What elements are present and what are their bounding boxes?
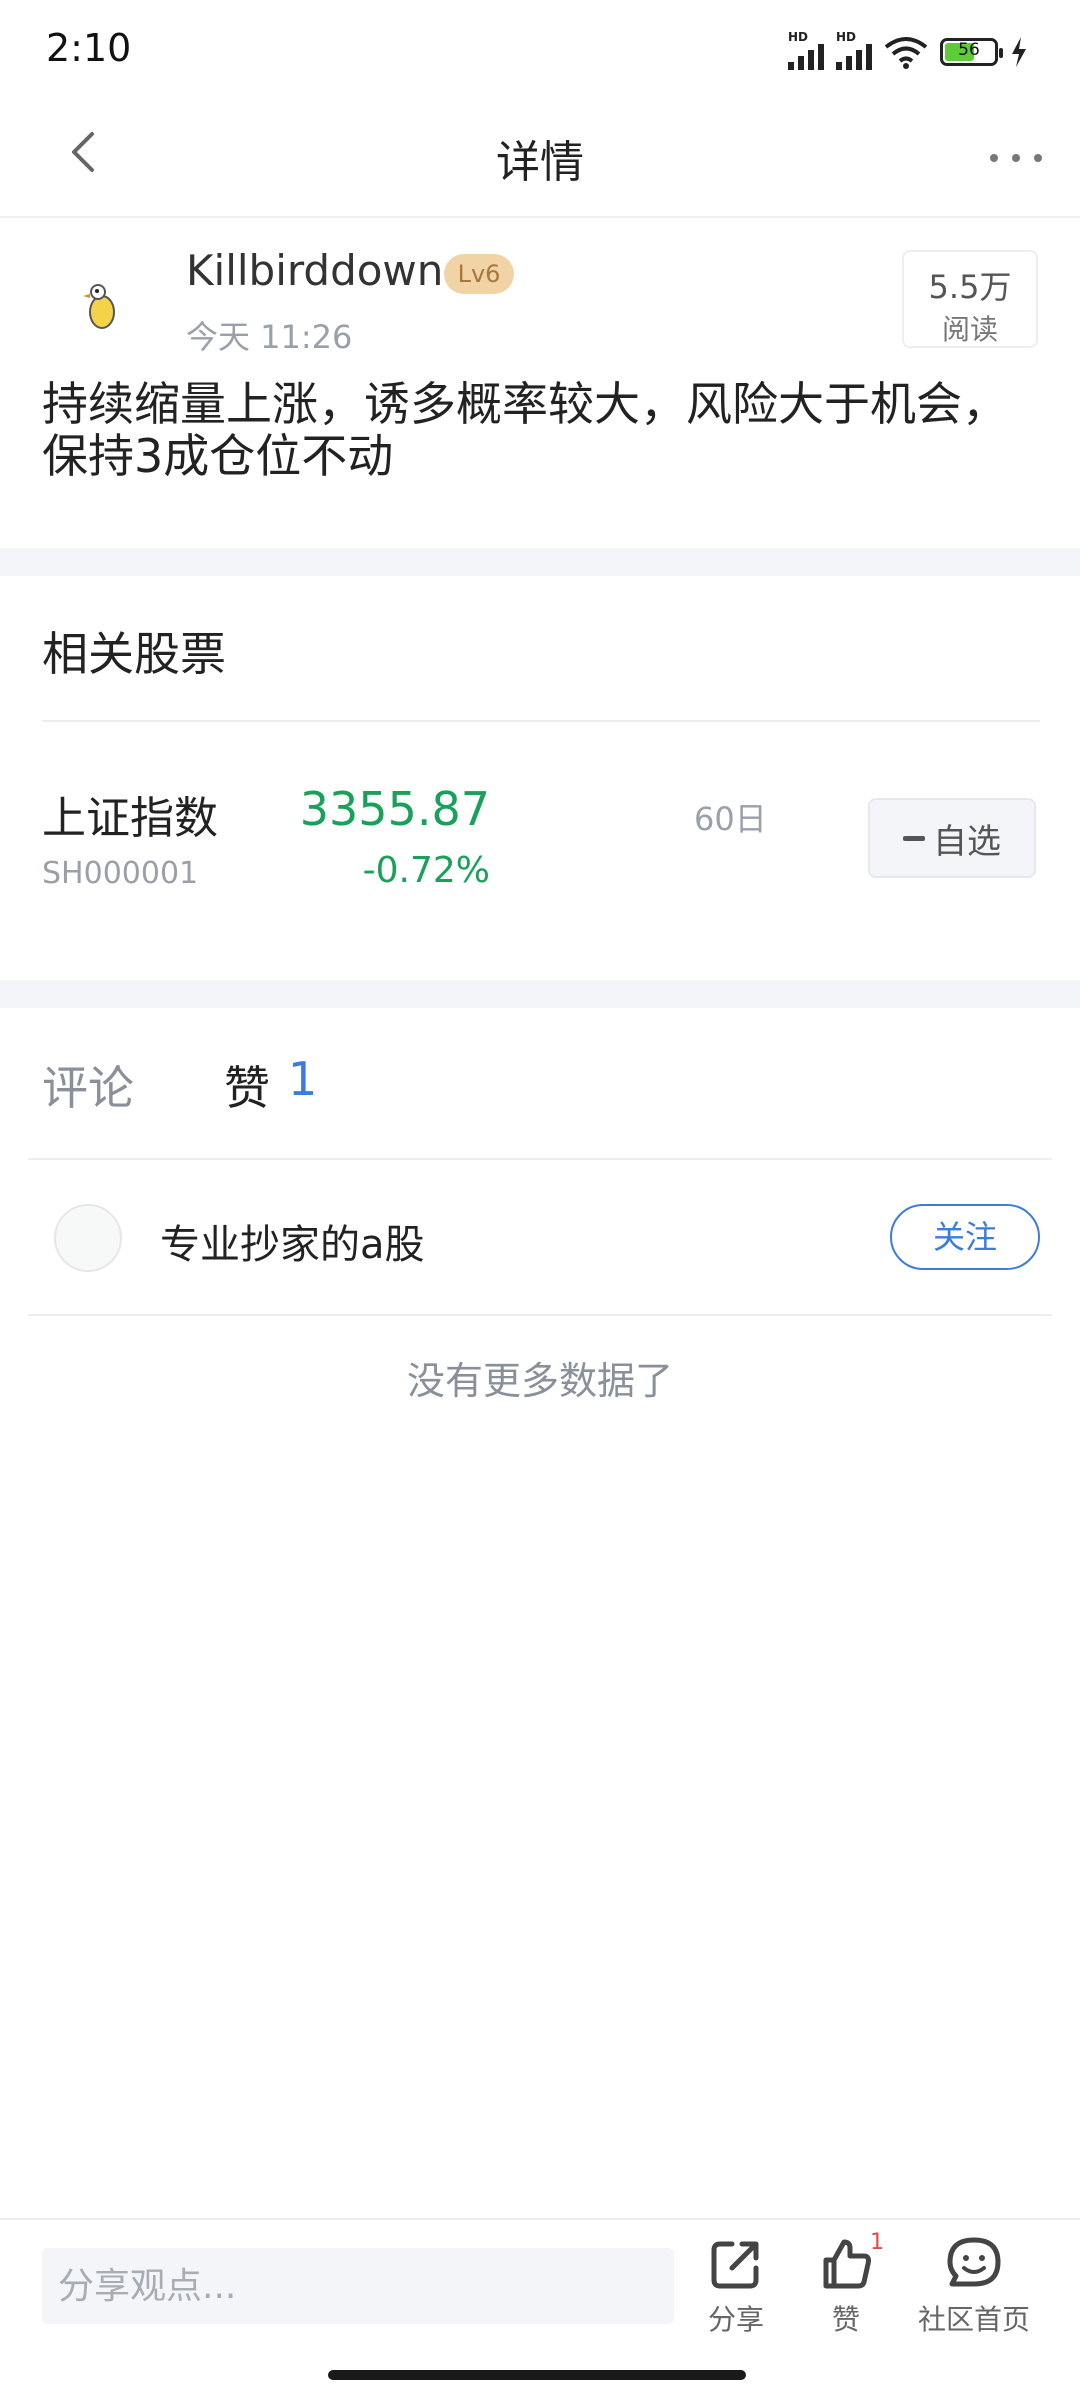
related-divider [42, 720, 1040, 722]
author-name[interactable]: Killbirddown [186, 246, 443, 295]
share-button[interactable]: 分享 [706, 2234, 766, 2338]
no-more-data-text: 没有更多数据了 [406, 1359, 673, 1403]
level-badge: Lv6 [444, 254, 514, 294]
page-title: 详情 [496, 137, 584, 188]
chat-smile-icon [947, 2237, 1001, 2287]
stock-code: SH000001 [42, 856, 199, 891]
liker-name[interactable]: 专业抄家的a股 [160, 1212, 425, 1270]
like-button[interactable]: 赞 [816, 2234, 876, 2338]
status-time: 2:10 [46, 26, 132, 70]
signal-icon-2: HD [836, 30, 872, 70]
list-divider [28, 1314, 1052, 1316]
tab-comments[interactable]: 评论 [42, 1052, 134, 1118]
section-divider [0, 548, 1080, 576]
watch-label: 自选 [933, 821, 1001, 862]
signal-icon: HD [788, 30, 824, 70]
stock-name[interactable]: 上证指数 [42, 782, 218, 846]
bird-icon [83, 284, 115, 329]
follow-button[interactable]: 关注 [890, 1204, 1040, 1270]
post-content: 持续缩量上涨，诱多概率较大，风险大于机会，保持3成仓位不动 [42, 377, 1008, 483]
section-divider-2 [0, 980, 1080, 1008]
battery-icon: 56 [940, 38, 1003, 66]
author-avatar[interactable] [56, 262, 146, 352]
minus-icon [903, 835, 925, 841]
read-count-box: 5.5万 阅读 [902, 250, 1038, 348]
related-stocks-title: 相关股票 [42, 627, 226, 681]
bottom-bar-divider [0, 2218, 1080, 2220]
more-dots-icon [990, 154, 1042, 162]
tabs-divider [28, 1158, 1052, 1160]
liker-avatar[interactable] [54, 1204, 122, 1272]
stock-period: 60日 [694, 800, 767, 838]
tab-likes-count[interactable]: 1 [288, 1052, 317, 1106]
read-label: 阅读 [941, 313, 998, 346]
post-time: 今天 11:26 [186, 318, 353, 356]
thumbs-up-icon [823, 2239, 871, 2289]
tab-likes[interactable]: 赞 [224, 1052, 270, 1118]
community-home-button[interactable]: 社区首页 [918, 2234, 1030, 2338]
share-icon [711, 2241, 759, 2289]
status-icons: HD HD 56 [788, 30, 1028, 74]
share-label: 分享 [707, 2303, 764, 2336]
remove-watchlist-button[interactable]: 自选 [868, 798, 1036, 878]
community-label: 社区首页 [918, 2303, 1031, 2336]
charging-icon [1012, 37, 1026, 67]
header-divider [0, 216, 1080, 218]
stock-change: -0.72% [362, 850, 490, 891]
wifi-icon [884, 37, 928, 69]
read-count: 5.5万 [928, 268, 1012, 306]
like-label: 赞 [831, 2303, 860, 2336]
like-count-badge: 1 [870, 2230, 884, 2255]
more-button[interactable] [984, 132, 1048, 172]
home-indicator[interactable] [328, 2370, 746, 2380]
stock-price: 3355.87 [299, 782, 490, 836]
comment-input[interactable] [42, 2248, 674, 2324]
